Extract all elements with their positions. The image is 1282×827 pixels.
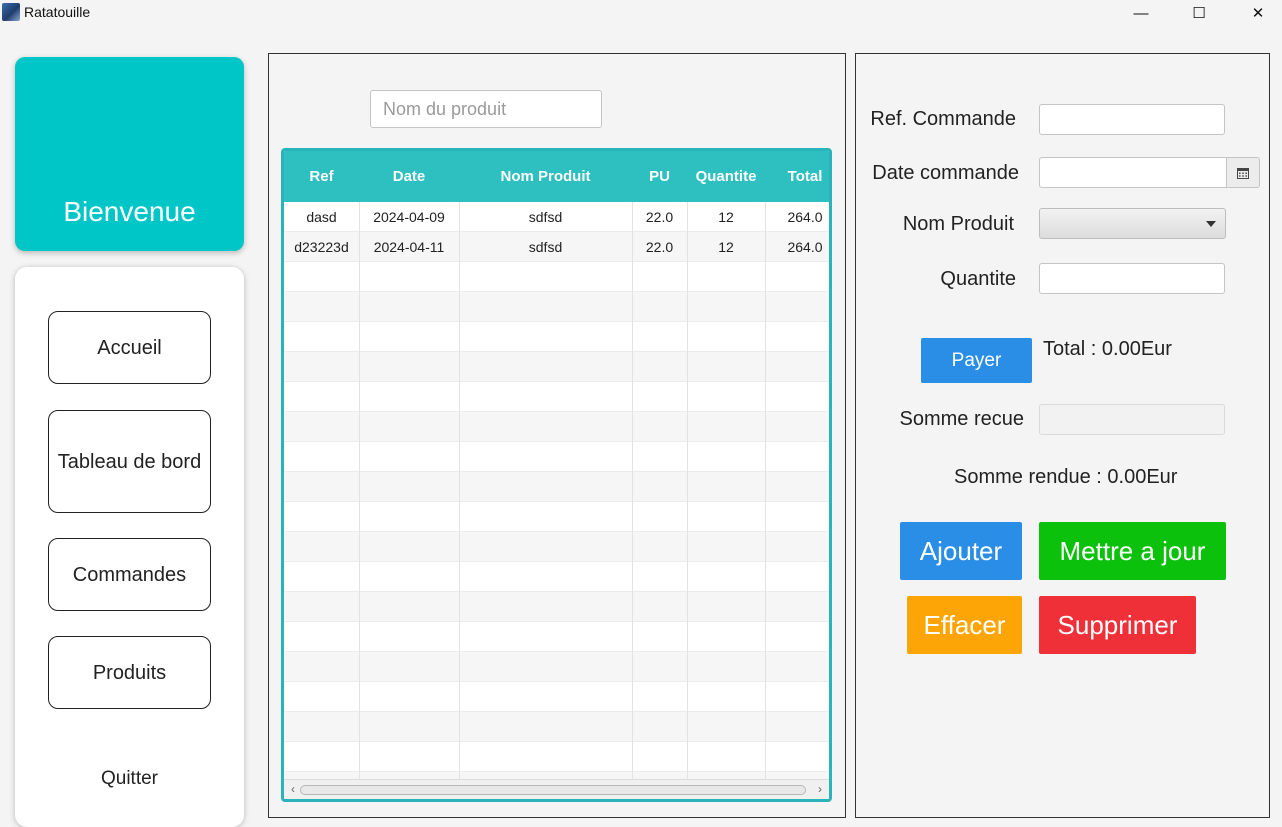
- cell-date: 2024-04-11: [373, 239, 445, 255]
- column-divider: [765, 202, 766, 779]
- scrollbar-thumb[interactable]: [300, 785, 806, 795]
- column-header-date[interactable]: Date: [359, 151, 459, 202]
- nom-produit-select[interactable]: [1039, 208, 1226, 239]
- nom-produit-label: Nom Produit: [902, 213, 1014, 235]
- cell-ref: dasd: [306, 209, 337, 225]
- column-divider: [459, 202, 460, 779]
- column-header-nom-produit[interactable]: Nom Produit: [459, 151, 632, 202]
- table-row[interactable]: [284, 292, 829, 322]
- cell-date: 2024-04-09: [373, 209, 445, 225]
- cell-pu: 22.0: [645, 239, 674, 255]
- table-row[interactable]: [284, 742, 829, 772]
- date-commande-label: Date commande: [872, 162, 1019, 184]
- orders-table[interactable]: Ref Date Nom Produit PU Quantite Total d…: [281, 148, 832, 802]
- table-header: Ref Date Nom Produit PU Quantite Total: [284, 151, 829, 202]
- table-row[interactable]: [284, 682, 829, 712]
- table-row[interactable]: [284, 592, 829, 622]
- nav-commandes-button[interactable]: Commandes: [48, 538, 211, 611]
- table-row[interactable]: [284, 622, 829, 652]
- maximize-icon[interactable]: ☐: [1170, 0, 1228, 26]
- cell-total: 264.0: [787, 239, 823, 255]
- quitter-button[interactable]: Quitter: [48, 768, 211, 794]
- table-row[interactable]: [284, 442, 829, 472]
- mettre-a-jour-button[interactable]: Mettre a jour: [1039, 522, 1226, 580]
- calendar-icon[interactable]: [1226, 157, 1260, 188]
- date-commande-field[interactable]: [1039, 157, 1227, 188]
- minimize-icon[interactable]: —: [1112, 0, 1170, 26]
- ref-commande-label: Ref. Commande: [870, 108, 1016, 130]
- somme-recue-label: Somme recue: [899, 408, 1025, 430]
- somme-rendue-text: Somme rendue : 0.00Eur: [954, 466, 1178, 488]
- ajouter-button[interactable]: Ajouter: [900, 522, 1022, 580]
- horizontal-scrollbar[interactable]: ‹ ›: [284, 779, 829, 799]
- close-icon[interactable]: ✕: [1229, 0, 1282, 26]
- cell-nom-produit: sdfsd: [528, 239, 563, 255]
- scroll-left-icon[interactable]: ‹: [286, 782, 300, 796]
- table-row[interactable]: [284, 382, 829, 412]
- scroll-right-icon[interactable]: ›: [813, 782, 827, 796]
- table-row[interactable]: [284, 262, 829, 292]
- table-row[interactable]: [284, 352, 829, 382]
- quantite-field[interactable]: [1039, 263, 1225, 294]
- table-row[interactable]: d23223d 2024-04-11 sdfsd 22.0 12 264.0: [284, 232, 829, 262]
- column-header-pu[interactable]: PU: [632, 151, 687, 202]
- column-header-ref[interactable]: Ref: [284, 151, 359, 202]
- cell-total: 264.0: [787, 209, 823, 225]
- table-body: dasd 2024-04-09 sdfsd 22.0 12 264.0 d23223d 202…: [284, 202, 829, 782]
- table-row[interactable]: dasd 2024-04-09 sdfsd 22.0 12 264.0: [284, 202, 829, 232]
- column-divider: [359, 202, 360, 779]
- search-input[interactable]: [370, 90, 602, 128]
- welcome-card: Bienvenue: [15, 57, 244, 251]
- quantite-label: Quantite: [940, 268, 1016, 290]
- nav-produits-button[interactable]: Produits: [48, 636, 211, 709]
- welcome-text: Bienvenue: [63, 196, 196, 227]
- app-icon: [2, 3, 20, 21]
- total-text: Total : 0.00Eur: [1043, 338, 1172, 360]
- column-divider: [687, 202, 688, 779]
- effacer-button[interactable]: Effacer: [907, 596, 1022, 654]
- nav-accueil-button[interactable]: Accueil: [48, 311, 211, 384]
- title-bar: Ratatouille — ☐ ✕: [0, 0, 1282, 26]
- table-row[interactable]: [284, 322, 829, 352]
- table-row[interactable]: [284, 712, 829, 742]
- window-title: Ratatouille: [24, 4, 91, 20]
- table-row[interactable]: [284, 652, 829, 682]
- table-row[interactable]: [284, 532, 829, 562]
- cell-pu: 22.0: [645, 209, 674, 225]
- table-row[interactable]: [284, 412, 829, 442]
- cell-quantite: 12: [718, 239, 734, 255]
- column-header-quantite[interactable]: Quantite: [687, 151, 765, 202]
- nav-tableau-de-bord-button[interactable]: Tableau de bord: [48, 410, 211, 513]
- column-header-total[interactable]: Total: [765, 151, 829, 202]
- column-divider: [632, 202, 633, 779]
- table-row[interactable]: [284, 562, 829, 592]
- table-row[interactable]: [284, 502, 829, 532]
- chevron-down-icon: [1206, 221, 1216, 227]
- table-row[interactable]: [284, 472, 829, 502]
- cell-nom-produit: sdfsd: [528, 209, 563, 225]
- supprimer-button[interactable]: Supprimer: [1039, 596, 1196, 654]
- cell-quantite: 12: [718, 209, 734, 225]
- ref-commande-field[interactable]: [1039, 104, 1225, 135]
- somme-recue-field[interactable]: [1039, 404, 1225, 435]
- payer-button[interactable]: Payer: [921, 338, 1032, 383]
- cell-ref: d23223d: [294, 239, 349, 255]
